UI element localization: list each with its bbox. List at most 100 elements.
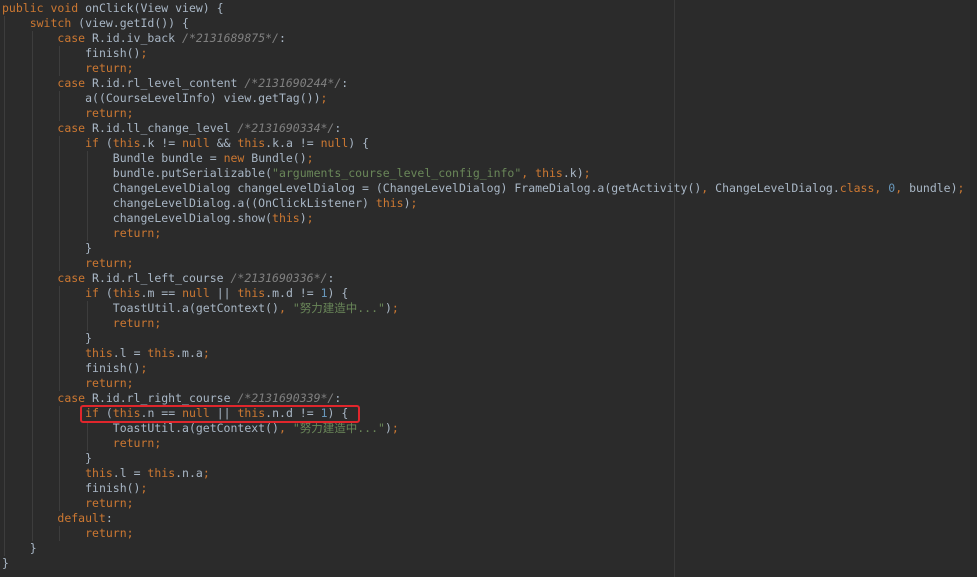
code-line[interactable]: return;: [2, 316, 964, 331]
code-line[interactable]: }: [2, 541, 964, 556]
code-line[interactable]: }: [2, 556, 964, 571]
code-token: ,: [521, 166, 536, 180]
code-line[interactable]: return;: [2, 256, 964, 271]
code-line[interactable]: changeLevelDialog.show(this);: [2, 211, 964, 226]
code-token: null: [182, 286, 217, 300]
code-token: R.id.rl_right_course: [92, 391, 238, 405]
code-line[interactable]: if (this.n == null || this.n.d != 1) {: [2, 406, 964, 421]
code-token: ;: [391, 421, 399, 435]
code-line[interactable]: this.l = this.n.a;: [2, 466, 964, 481]
code-token: return;: [112, 436, 162, 450]
code-line[interactable]: return;: [2, 376, 964, 391]
code-line[interactable]: case R.id.rl_level_content /*2131690244*…: [2, 76, 964, 91]
code-token: ,: [874, 181, 889, 195]
indent-guide: [31, 436, 33, 451]
code-token: 1: [320, 406, 328, 420]
indent-guide: [4, 46, 5, 61]
code-token: case: [57, 391, 93, 405]
indent-guide: [4, 286, 5, 301]
code-line[interactable]: return;: [2, 436, 964, 451]
code-token: ,: [701, 181, 716, 195]
code-token: ) {: [327, 286, 349, 300]
indent-guide: [59, 196, 61, 211]
code-token: (: [105, 406, 113, 420]
code-token: .n.d !=: [265, 406, 321, 420]
indent-guide: [4, 421, 5, 436]
code-line[interactable]: case R.id.iv_back /*2131689875*/:: [2, 31, 964, 46]
code-line[interactable]: ChangeLevelDialog changeLevelDialog = (C…: [2, 181, 964, 196]
code-line[interactable]: }: [2, 451, 964, 466]
code-line[interactable]: return;: [2, 526, 964, 541]
code-token: ;: [140, 46, 148, 60]
indent-guide: [4, 91, 5, 106]
code-token: :: [327, 271, 335, 285]
indent-guide: [31, 496, 33, 511]
code-line[interactable]: }: [2, 241, 964, 256]
code-line[interactable]: bundle.putSerializable("arguments_course…: [2, 166, 964, 181]
code-line[interactable]: finish();: [2, 481, 964, 496]
code-editor[interactable]: public void onClick(View view) { switch …: [0, 0, 977, 577]
indent-guide: [59, 91, 61, 106]
code-token: .m.a: [175, 346, 203, 360]
code-line[interactable]: return;: [2, 106, 964, 121]
indent-guide: [87, 211, 89, 226]
code-line[interactable]: return;: [2, 226, 964, 241]
code-line[interactable]: public void onClick(View view) {: [2, 1, 964, 16]
code-token: case: [57, 121, 93, 135]
code-line[interactable]: if (this.k != null && this.k.a != null) …: [2, 136, 964, 151]
code-token: this: [237, 136, 266, 150]
code-line[interactable]: this.l = this.m.a;: [2, 346, 964, 361]
code-line[interactable]: switch (view.getId()) {: [2, 16, 964, 31]
indent-guide: [59, 526, 61, 541]
code-line[interactable]: ToastUtil.a(getContext(), "努力建造中...");: [2, 301, 964, 316]
code-line[interactable]: finish();: [2, 46, 964, 61]
code-token: return;: [112, 316, 162, 330]
code-token: R.id.iv_back: [92, 31, 183, 45]
code-line[interactable]: ToastUtil.a(getContext(), "努力建造中...");: [2, 421, 964, 436]
code-token: 1: [320, 286, 328, 300]
code-line[interactable]: case R.id.rl_right_course /*2131690339*/…: [2, 391, 964, 406]
indent-guide: [31, 31, 33, 46]
indent-guide: [31, 151, 33, 166]
code-token: .l =: [112, 346, 148, 360]
indent-guide: [59, 496, 61, 511]
code-line[interactable]: case R.id.ll_change_level /*2131690334*/…: [2, 121, 964, 136]
code-token: :: [334, 391, 342, 405]
indent-guide: [31, 46, 33, 61]
indent-guide: [4, 181, 5, 196]
code-token: :: [341, 76, 349, 90]
indent-guide: [31, 511, 33, 526]
code-line[interactable]: finish();: [2, 361, 964, 376]
code-token: /*2131690336*/: [230, 271, 328, 285]
code-line[interactable]: if (this.m == null || this.m.d != 1) {: [2, 286, 964, 301]
indent-guide: [59, 136, 61, 151]
indent-guide: [31, 61, 33, 76]
indent-guide: [4, 481, 5, 496]
code-token: changeLevelDialog.a((OnClickListener): [112, 196, 376, 210]
code-line[interactable]: a((CourseLevelInfo) view.getTag());: [2, 91, 964, 106]
code-token: ;: [306, 211, 314, 225]
indent-guide: [4, 346, 5, 361]
code-line[interactable]: changeLevelDialog.a((OnClickListener) th…: [2, 196, 964, 211]
code-line[interactable]: return;: [2, 61, 964, 76]
code-line[interactable]: Bundle bundle = new Bundle();: [2, 151, 964, 166]
code-line[interactable]: default:: [2, 511, 964, 526]
indent-guide: [4, 361, 5, 376]
code-line[interactable]: case R.id.rl_left_course /*2131690336*/:: [2, 271, 964, 286]
indent-guide: [4, 16, 5, 31]
code-token: this: [112, 136, 141, 150]
code-token: }: [85, 331, 93, 345]
code-line[interactable]: return;: [2, 496, 964, 511]
code-token: public: [2, 1, 51, 15]
code-token: case: [57, 31, 93, 45]
code-token: .m ==: [140, 286, 183, 300]
code-line[interactable]: }: [2, 331, 964, 346]
code-area[interactable]: public void onClick(View view) { switch …: [2, 1, 964, 571]
